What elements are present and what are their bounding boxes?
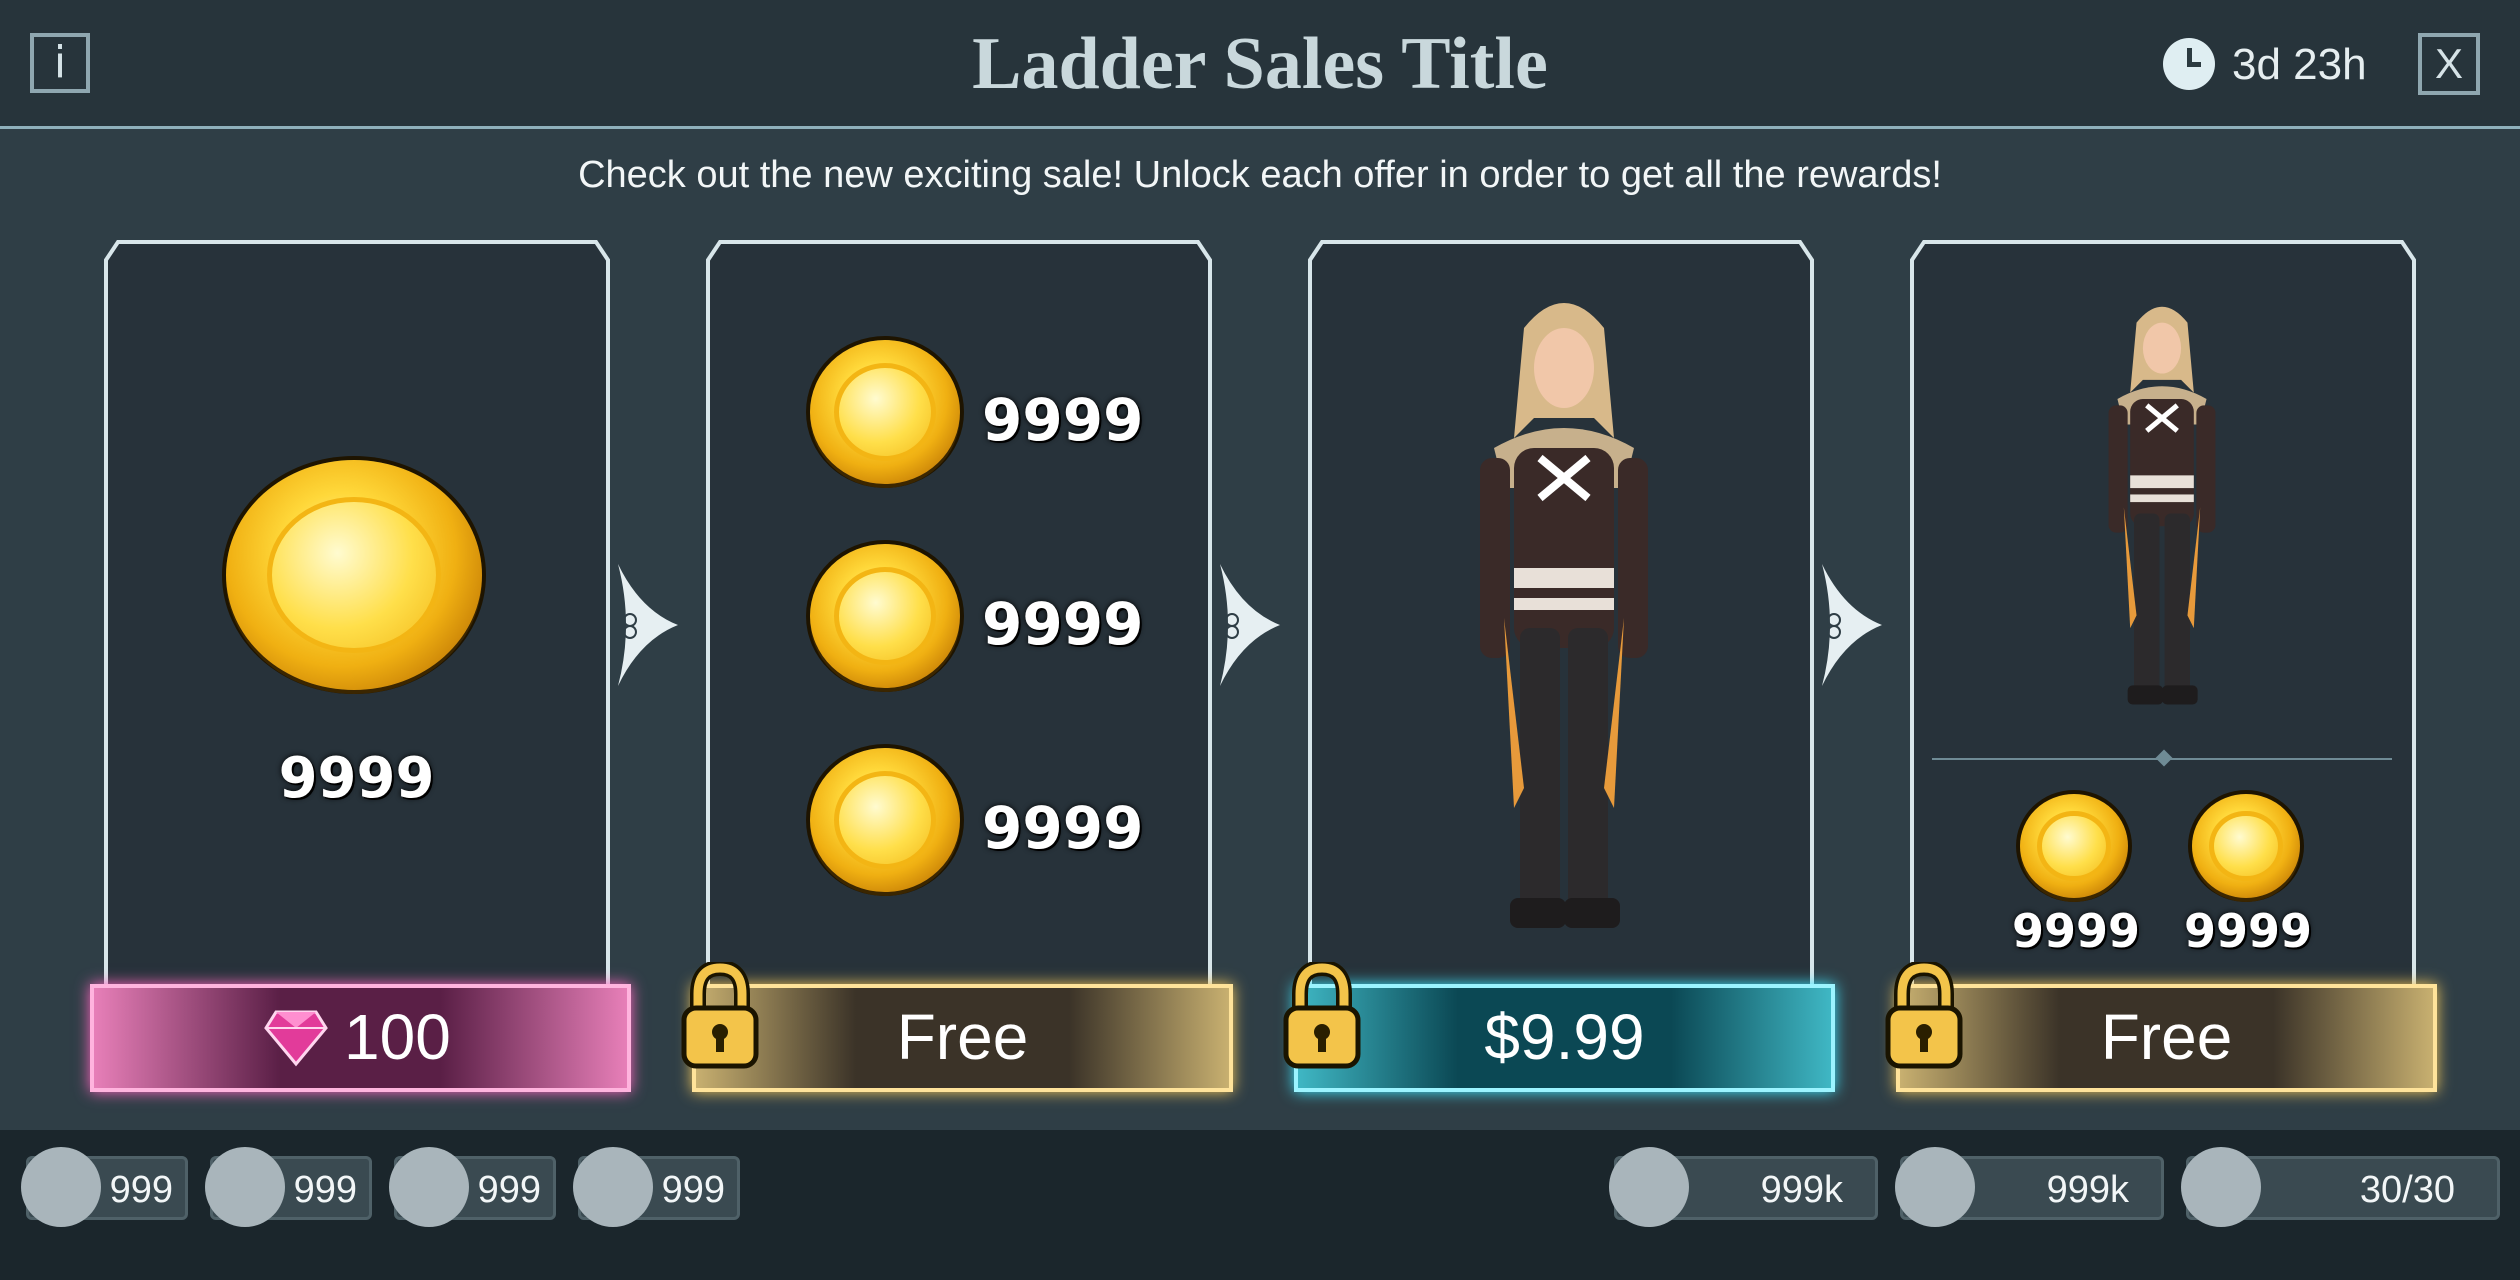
resource-value: 999 xyxy=(477,1169,541,1211)
resource-counter[interactable]: 999 xyxy=(21,1147,188,1227)
coin-icon xyxy=(226,460,482,690)
sale-description: Check out the new exciting sale! Unlock … xyxy=(578,154,1942,196)
purchase-button-3[interactable]: $9.99 xyxy=(1294,984,1835,1092)
reward-quantity: 9999 xyxy=(982,794,1144,862)
reward-quantity: 9999 xyxy=(2183,904,2313,958)
reward-quantity: 9999 xyxy=(2011,904,2141,958)
clock-icon xyxy=(2163,38,2215,90)
next-arrow-icon xyxy=(618,564,678,686)
resource-icon xyxy=(389,1147,469,1227)
resource-value: 30/30 xyxy=(2359,1169,2455,1211)
coin-icon xyxy=(810,748,960,892)
coin-icon xyxy=(810,544,960,688)
reward-quantity: 9999 xyxy=(982,386,1144,454)
resource-icon xyxy=(1895,1147,1975,1227)
offer-card-1[interactable]: 9999 xyxy=(90,238,623,1088)
resource-counter[interactable]: 30/30 xyxy=(2181,1147,2500,1227)
offer-card-2[interactable]: 9999 9999 9999 xyxy=(692,238,1225,1088)
resource-value: 999 xyxy=(109,1169,173,1211)
resource-icon xyxy=(1609,1147,1689,1227)
coin-icon xyxy=(2020,794,2128,898)
close-button[interactable]: X xyxy=(2418,33,2480,95)
price-label: Free xyxy=(2100,1001,2233,1073)
price-label: Free xyxy=(896,1001,1029,1073)
header-bar: i Ladder Sales Title 3d 23h X xyxy=(0,0,2520,129)
resource-counter[interactable]: 999 xyxy=(573,1147,740,1227)
resource-icon xyxy=(573,1147,653,1227)
outfit-avatar-image xyxy=(1480,303,1648,928)
page-title: Ladder Sales Title xyxy=(972,23,1548,105)
resource-value: 999 xyxy=(661,1169,725,1211)
coin-icon xyxy=(810,340,960,484)
outfit-avatar-image xyxy=(2108,306,2216,705)
resource-icon xyxy=(205,1147,285,1227)
price-label: 100 xyxy=(344,1001,451,1073)
next-arrow-icon xyxy=(1822,564,1882,686)
reward-quantity: 9999 xyxy=(982,590,1144,658)
purchase-button-2[interactable]: Free xyxy=(692,984,1233,1092)
resource-value: 999k xyxy=(1760,1169,1843,1211)
sale-timer: 3d 23h xyxy=(2232,40,2367,89)
lock-icon xyxy=(1885,962,1963,1069)
resource-value: 999 xyxy=(293,1169,357,1211)
lock-icon xyxy=(681,962,759,1069)
purchase-button-1[interactable]: 100 xyxy=(90,984,631,1092)
next-arrow-icon xyxy=(1220,564,1280,686)
resource-counter[interactable]: 999 xyxy=(205,1147,372,1227)
resource-counter[interactable]: 999k xyxy=(1895,1147,2164,1227)
lock-icon xyxy=(1283,962,1361,1069)
coin-icon xyxy=(2192,794,2300,898)
resource-counter[interactable]: 999k xyxy=(1609,1147,1878,1227)
purchase-button-4[interactable]: Free xyxy=(1896,984,2437,1092)
offer-card-3[interactable] xyxy=(1294,238,1827,1088)
resource-value: 999k xyxy=(2046,1169,2129,1211)
resource-icon xyxy=(21,1147,101,1227)
reward-quantity: 9999 xyxy=(278,746,435,811)
price-label: $9.99 xyxy=(1484,1001,1645,1073)
resource-icon xyxy=(2181,1147,2261,1227)
resource-counter[interactable]: 999 xyxy=(389,1147,556,1227)
offer-card-4[interactable]: 9999 9999 xyxy=(1896,238,2429,1088)
